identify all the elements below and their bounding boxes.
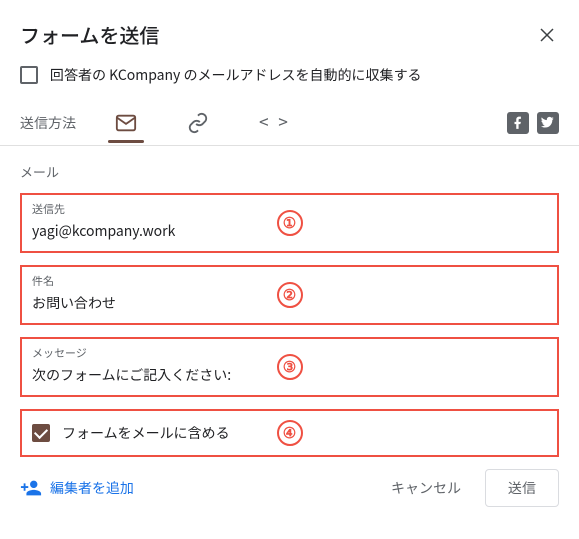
include-form-label: フォームをメールに含める xyxy=(62,423,230,443)
dialog-header: フォームを送信 xyxy=(20,20,559,49)
annotation-4: ④ xyxy=(277,420,303,446)
method-tab-embed[interactable]: < > xyxy=(248,105,292,141)
collect-emails-checkbox[interactable] xyxy=(20,66,38,84)
collect-emails-label: 回答者の KCompany のメールアドレスを自動的に収集する xyxy=(50,65,421,85)
link-icon xyxy=(187,112,209,134)
dialog-footer: 編集者を追加 キャンセル 送信 xyxy=(20,469,559,507)
twitter-icon xyxy=(541,116,555,130)
subject-field[interactable]: 件名 お問い合わせ ② xyxy=(20,265,559,325)
send-method-row: 送信方法 < > xyxy=(20,105,559,141)
add-person-icon xyxy=(20,477,42,499)
dialog-title: フォームを送信 xyxy=(20,20,159,49)
annotation-3: ③ xyxy=(277,354,303,380)
send-button[interactable]: 送信 xyxy=(485,469,559,507)
embed-icon: < > xyxy=(259,112,281,134)
collect-emails-row: 回答者の KCompany のメールアドレスを自動的に収集する xyxy=(20,65,559,85)
message-field[interactable]: メッセージ 次のフォームにご記入ください: ③ xyxy=(20,337,559,397)
mail-icon xyxy=(115,112,137,134)
social-share xyxy=(507,112,559,134)
method-tab-email[interactable] xyxy=(104,105,148,141)
facebook-icon xyxy=(511,116,525,130)
close-icon xyxy=(538,26,556,44)
method-tab-link[interactable] xyxy=(176,105,220,141)
cancel-button[interactable]: キャンセル xyxy=(377,470,475,506)
to-field[interactable]: 送信先 yagi@kcompany.work ① xyxy=(20,193,559,253)
share-twitter-button[interactable] xyxy=(537,112,559,134)
add-editor-label: 編集者を追加 xyxy=(50,478,134,498)
send-form-dialog: フォームを送信 回答者の KCompany のメールアドレスを自動的に収集する … xyxy=(0,0,579,523)
include-form-checkbox[interactable] xyxy=(32,424,50,442)
include-form-row: フォームをメールに含める ④ xyxy=(20,409,559,457)
divider xyxy=(0,145,579,146)
share-facebook-button[interactable] xyxy=(507,112,529,134)
footer-actions: キャンセル 送信 xyxy=(377,469,559,507)
annotation-2: ② xyxy=(277,282,303,308)
section-label-email: メール xyxy=(20,162,559,181)
annotation-1: ① xyxy=(277,210,303,236)
add-editor-button[interactable]: 編集者を追加 xyxy=(20,477,134,499)
send-method-label: 送信方法 xyxy=(20,113,76,133)
close-button[interactable] xyxy=(535,23,559,47)
